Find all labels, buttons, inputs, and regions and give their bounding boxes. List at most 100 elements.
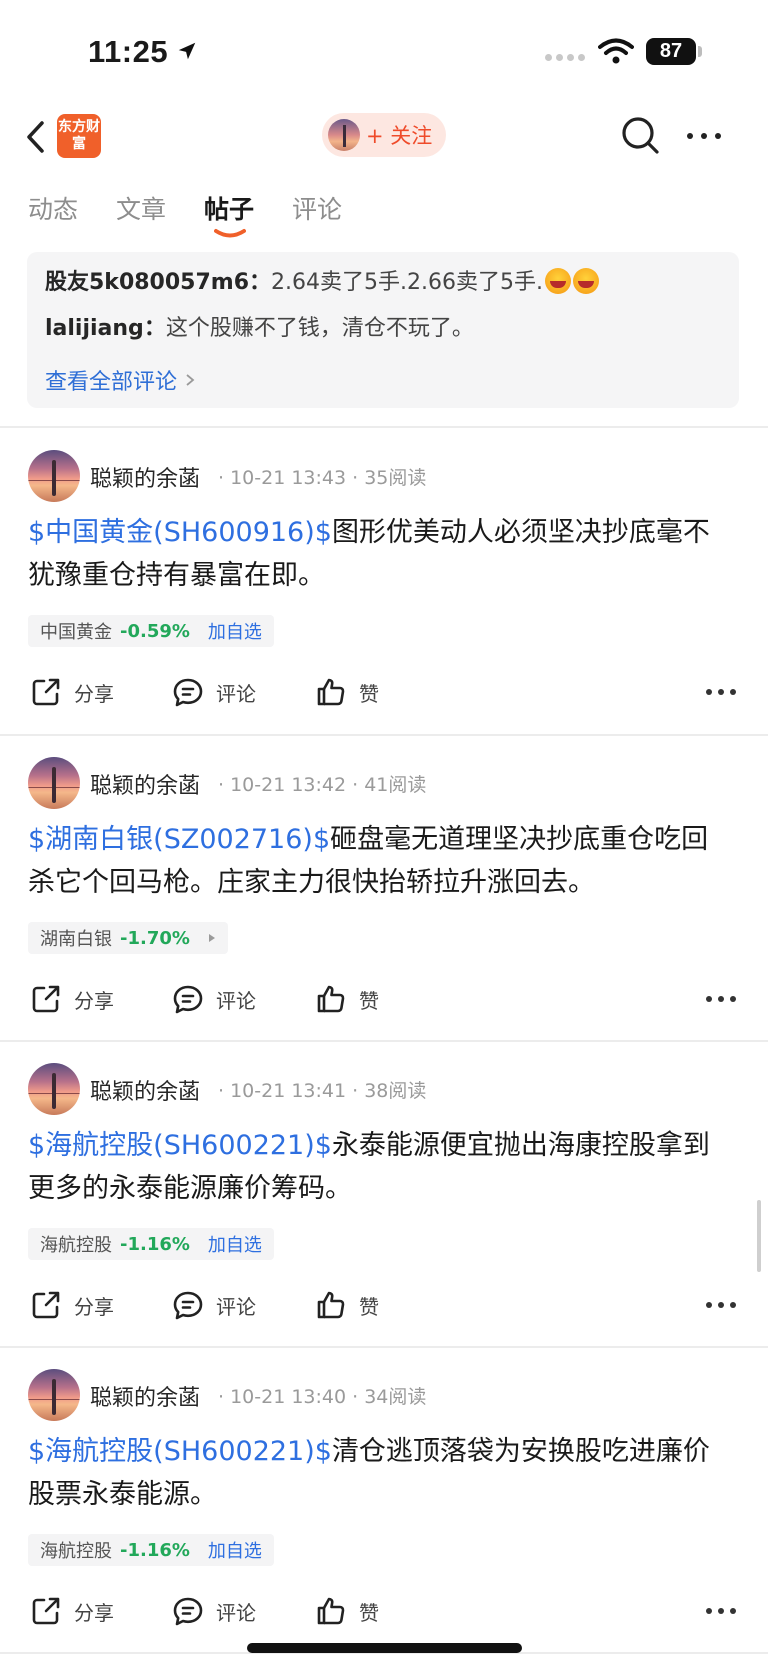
comment-user[interactable]: lalijiang [45, 316, 144, 341]
avatar[interactable] [28, 450, 80, 502]
comments-preview: 股友5k080057m6：2.64卖了5手.2.66卖了5手. lalijian… [27, 252, 739, 408]
tab-comments[interactable]: 评论 [292, 190, 342, 238]
share-icon [32, 985, 60, 1013]
post-body[interactable]: $海航控股(SH600221)$永泰能源便宜抛出海康控股拿到更多的永泰能源廉价筹… [28, 1124, 728, 1210]
like-button[interactable]: 赞 [315, 983, 379, 1015]
share-button[interactable]: 分享 [30, 983, 114, 1015]
more-icon[interactable] [686, 123, 722, 149]
more-icon[interactable] [705, 680, 737, 704]
avatar[interactable] [28, 1369, 80, 1421]
post-author[interactable]: 聪颖的余菡 [90, 1380, 200, 1412]
share-button[interactable]: 分享 [30, 1595, 114, 1627]
comment-icon [173, 678, 203, 707]
post-meta: · 10-21 13:42 · 41阅读 [218, 774, 427, 796]
battery-level: 87 [646, 38, 696, 65]
thumbs-up-icon [317, 1597, 345, 1625]
comment-user[interactable]: 股友5k080057m6 [45, 270, 249, 295]
location-arrow-icon [178, 42, 196, 60]
play-arrow-icon [208, 934, 215, 942]
stock-tag-name: 湖南白银 [40, 929, 112, 950]
share-icon [32, 1597, 60, 1625]
laughing-emoji-icon [573, 268, 599, 294]
comment-icon [173, 1291, 203, 1320]
battery-tip [698, 46, 702, 57]
back-icon[interactable] [24, 119, 48, 155]
add-watchlist-button[interactable]: 加自选 [208, 1231, 262, 1257]
comment-item: 股友5k080057m6：2.64卖了5手.2.66卖了5手. [45, 268, 721, 295]
tab-posts[interactable]: 帖子 [204, 190, 254, 238]
post-author[interactable]: 聪颖的余菡 [90, 461, 200, 493]
comment-item: lalijiang：这个股赚不了钱，清仓不玩了。 [45, 316, 474, 341]
like-button[interactable]: 赞 [315, 676, 379, 708]
comment-button[interactable]: 评论 [172, 983, 256, 1015]
post-actions: 分享 评论 赞 [30, 676, 740, 710]
chevron-right-icon [186, 374, 195, 386]
post-author[interactable]: 聪颖的余菡 [90, 1074, 200, 1106]
post-card[interactable]: 聪颖的余菡 · 10-21 13:40 · 34阅读 $海航控股(SH60022… [0, 1347, 768, 1653]
home-indicator[interactable] [247, 1643, 522, 1653]
brand-logo: 东方财富 [57, 114, 101, 158]
share-button[interactable]: 分享 [30, 676, 114, 708]
nav-bar: 东方财富 + 关注 [0, 105, 768, 169]
like-button[interactable]: 赞 [315, 1595, 379, 1627]
tab-dynamics[interactable]: 动态 [28, 190, 78, 238]
view-all-comments-link[interactable]: 查看全部评论 [45, 364, 195, 396]
follow-button[interactable]: + 关注 [322, 113, 446, 157]
add-watchlist-button[interactable]: 加自选 [208, 1537, 262, 1563]
cellular-signal-icon [545, 54, 585, 61]
avatar[interactable] [28, 1063, 80, 1115]
stock-tag[interactable]: 湖南白银 -1.70% [28, 922, 228, 954]
stock-tag-name: 海航控股 [40, 1235, 112, 1256]
tab-active-indicator [214, 229, 247, 238]
more-icon[interactable] [705, 1599, 737, 1623]
search-icon[interactable] [620, 115, 660, 155]
tab-articles[interactable]: 文章 [116, 190, 166, 238]
avatar [328, 119, 360, 151]
comment-button[interactable]: 评论 [172, 1289, 256, 1321]
avatar[interactable] [28, 757, 80, 809]
stock-tag-change: -1.16% [120, 1233, 190, 1255]
add-watchlist-button[interactable]: 加自选 [208, 618, 262, 644]
post-card[interactable]: 聪颖的余菡 · 10-21 13:42 · 41阅读 $湖南白银(SZ00271… [0, 735, 768, 1041]
wifi-icon [598, 38, 634, 64]
post-card[interactable]: 聪颖的余菡 · 10-21 13:41 · 38阅读 $海航控股(SH60022… [0, 1041, 768, 1347]
status-bar: 11:25 87 [0, 0, 768, 100]
post-actions: 分享 评论 赞 [30, 1595, 740, 1629]
post-ticker-link[interactable]: $中国黄金(SH600916)$ [28, 517, 332, 548]
post-card[interactable]: 聪颖的余菡 · 10-21 13:43 · 35阅读 $中国黄金(SH60091… [0, 428, 768, 734]
thumbs-up-icon [317, 985, 345, 1013]
share-button[interactable]: 分享 [30, 1289, 114, 1321]
stock-tag[interactable]: 海航控股 -1.16% 加自选 [28, 1228, 274, 1260]
post-body[interactable]: $海航控股(SH600221)$清仓逃顶落袋为安换股吃进廉价股票永泰能源。 [28, 1430, 728, 1516]
like-button[interactable]: 赞 [315, 1289, 379, 1321]
stock-tag-name: 中国黄金 [40, 622, 112, 643]
comment-text: 2.64卖了5手.2.66卖了5手. [271, 270, 543, 295]
laughing-emoji-icon [545, 268, 571, 294]
comment-icon [173, 985, 203, 1014]
more-icon[interactable] [705, 1293, 737, 1317]
post-actions: 分享 评论 赞 [30, 983, 740, 1017]
post-body[interactable]: $中国黄金(SH600916)$图形优美动人必须坚决抄底毫不犹豫重仓持有暴富在即… [28, 511, 728, 597]
stock-tag-change: -0.59% [120, 620, 190, 642]
post-meta: · 10-21 13:40 · 34阅读 [218, 1386, 427, 1408]
post-ticker-link[interactable]: $湖南白银(SZ002716)$ [28, 824, 330, 855]
follow-label: + 关注 [366, 124, 433, 148]
post-meta: · 10-21 13:43 · 35阅读 [218, 467, 427, 489]
comment-text: 这个股赚不了钱，清仓不玩了。 [165, 316, 474, 341]
stock-tag-change: -1.70% [120, 927, 190, 949]
post-author[interactable]: 聪颖的余菡 [90, 768, 200, 800]
stock-tag[interactable]: 海航控股 -1.16% 加自选 [28, 1534, 274, 1566]
tab-bar: 动态 文章 帖子 评论 [28, 190, 380, 238]
post-body[interactable]: $湖南白银(SZ002716)$砸盘毫无道理坚决抄底重仓吃回杀它个回马枪。庄家主… [28, 818, 728, 904]
post-ticker-link[interactable]: $海航控股(SH600221)$ [28, 1130, 332, 1161]
thumbs-up-icon [317, 678, 345, 706]
post-actions: 分享 评论 赞 [30, 1289, 740, 1323]
comment-button[interactable]: 评论 [172, 676, 256, 708]
post-ticker-link[interactable]: $海航控股(SH600221)$ [28, 1436, 332, 1467]
more-icon[interactable] [705, 987, 737, 1011]
stock-tag[interactable]: 中国黄金 -0.59% 加自选 [28, 615, 274, 647]
status-time: 11:25 [88, 34, 169, 69]
scrollbar[interactable] [757, 1200, 761, 1272]
comment-button[interactable]: 评论 [172, 1595, 256, 1627]
post-meta: · 10-21 13:41 · 38阅读 [218, 1080, 427, 1102]
